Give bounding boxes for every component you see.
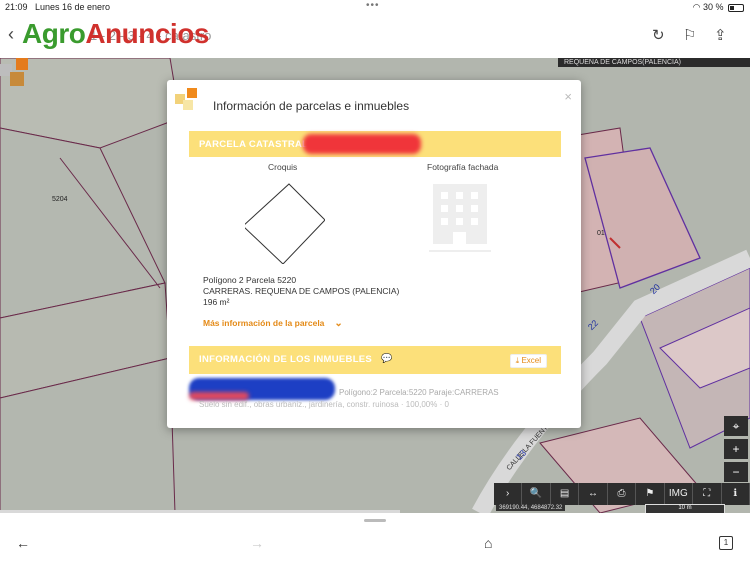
- inmueble-reference[interactable]: Polígono:2 Parcela:5220 Paraje:CARRERAS: [339, 388, 499, 397]
- redaction-mark: [189, 392, 249, 400]
- croquis-label: Croquis: [268, 162, 298, 172]
- layers-icon[interactable]: ▤: [551, 483, 580, 505]
- tabs-button[interactable]: 1: [719, 536, 733, 550]
- locate-icon[interactable]: ⌖: [724, 416, 748, 436]
- more-info-link[interactable]: Más información de la parcela ⌄: [203, 318, 343, 329]
- parcel-info-dialog: Información de parcelas e inmuebles × PA…: [167, 80, 581, 428]
- chat-icon: 💬: [381, 353, 393, 363]
- parcel-section-title: PARCELA CATASTRAL: [199, 139, 309, 150]
- parcel-details: Polígono 2 Parcela 5220 CARRERAS. REQUEN…: [203, 275, 399, 308]
- search-icon[interactable]: 🔍: [522, 483, 551, 505]
- battery-percent: 30 %: [702, 2, 724, 12]
- status-bar: 21:09 Lunes 16 de enero ••• ◠ 30 %: [0, 0, 750, 14]
- status-date: Lunes 16 de enero: [35, 2, 111, 12]
- more-info-label: Más información de la parcela: [203, 318, 325, 328]
- watermark-agro: Agro: [22, 18, 86, 49]
- parcel-location: CARRERAS. REQUENA DE CAMPOS (PALENCIA): [203, 286, 400, 296]
- chevron-down-icon: ⌄: [334, 318, 343, 329]
- marker-icon[interactable]: ⚑: [636, 483, 665, 505]
- expand-icon[interactable]: ›: [494, 483, 523, 505]
- watermark-logo: AgroAnuncios: [22, 18, 209, 50]
- redaction-mark: [303, 134, 421, 154]
- dialog-title: Información de parcelas e inmuebles: [213, 99, 410, 113]
- battery-icon: [728, 3, 744, 12]
- share-map-icon[interactable]: ⛶: [693, 483, 722, 505]
- map-parcel-label: 5204: [52, 196, 68, 203]
- map-toolbar: › 🔍 ▤ ↔ ⎙ ⚑ IMG ⛶ ℹ: [494, 483, 750, 505]
- building-placeholder-icon[interactable]: [429, 184, 491, 256]
- inmuebles-section-header: INFORMACIÓN DE LOS INMUEBLES 💬 ⤓ Excel: [189, 346, 561, 374]
- multitask-dots[interactable]: •••: [366, 0, 380, 11]
- zoom-in-button[interactable]: +: [724, 439, 748, 459]
- print-icon[interactable]: ⎙: [608, 483, 637, 505]
- map-parcel-label: 01: [597, 230, 605, 237]
- parcel-section-header: PARCELA CATASTRAL: [189, 131, 561, 157]
- download-icon: ⤓: [515, 356, 520, 365]
- zoom-controls: ⌖ + −: [724, 416, 748, 485]
- photo-label: Fotografía fachada: [427, 162, 499, 172]
- back-chevron-icon[interactable]: ‹: [8, 24, 14, 45]
- home-indicator[interactable]: [364, 519, 386, 522]
- measure-icon[interactable]: ↔: [579, 483, 608, 505]
- forward-arrow-icon[interactable]: →: [250, 535, 264, 551]
- parcel-reference: Polígono 2 Parcela 5220: [203, 275, 297, 285]
- inmueble-use: Suelo sin edif., obras urbaniz., jardine…: [199, 400, 449, 409]
- inmuebles-section-title: INFORMACIÓN DE LOS INMUEBLES: [199, 354, 373, 365]
- image-button[interactable]: IMG: [665, 483, 694, 505]
- excel-button[interactable]: ⤓ Excel: [509, 354, 547, 368]
- map-scale: 10 m: [645, 504, 725, 513]
- info-icon[interactable]: ℹ: [722, 483, 750, 505]
- browser-toolbar: ‹ 1 - 2 - 3 - 4 - catastro AgroAnuncios …: [0, 14, 750, 58]
- parcel-area: 196 m²: [203, 297, 230, 307]
- close-icon[interactable]: ×: [564, 89, 572, 104]
- status-time: 21:09: [5, 2, 28, 12]
- status-right: ◠ 30 %: [693, 2, 744, 13]
- share-icon[interactable]: ⇪: [714, 26, 727, 44]
- bookmark-icon[interactable]: ⚐: [683, 26, 696, 44]
- catastro-logo: [0, 58, 28, 86]
- back-arrow-icon[interactable]: ←: [16, 535, 30, 551]
- home-icon[interactable]: ⌂: [484, 535, 492, 551]
- map-location-tag: REQUENA DE CAMPOS(PALENCIA): [558, 58, 750, 67]
- map-coordinates: 369190.44, 4684872.32: [496, 505, 566, 511]
- watermark-anuncios: Anuncios: [85, 18, 209, 49]
- reload-icon[interactable]: ↻: [652, 26, 665, 44]
- catastro-icon: [175, 88, 197, 110]
- parcel-sketch[interactable]: [245, 180, 325, 264]
- wifi-icon: ◠: [692, 2, 701, 12]
- zoom-out-button[interactable]: −: [724, 462, 748, 482]
- browser-bottom-bar: ← → ⌂ 1: [0, 513, 750, 562]
- excel-label: Excel: [521, 356, 541, 365]
